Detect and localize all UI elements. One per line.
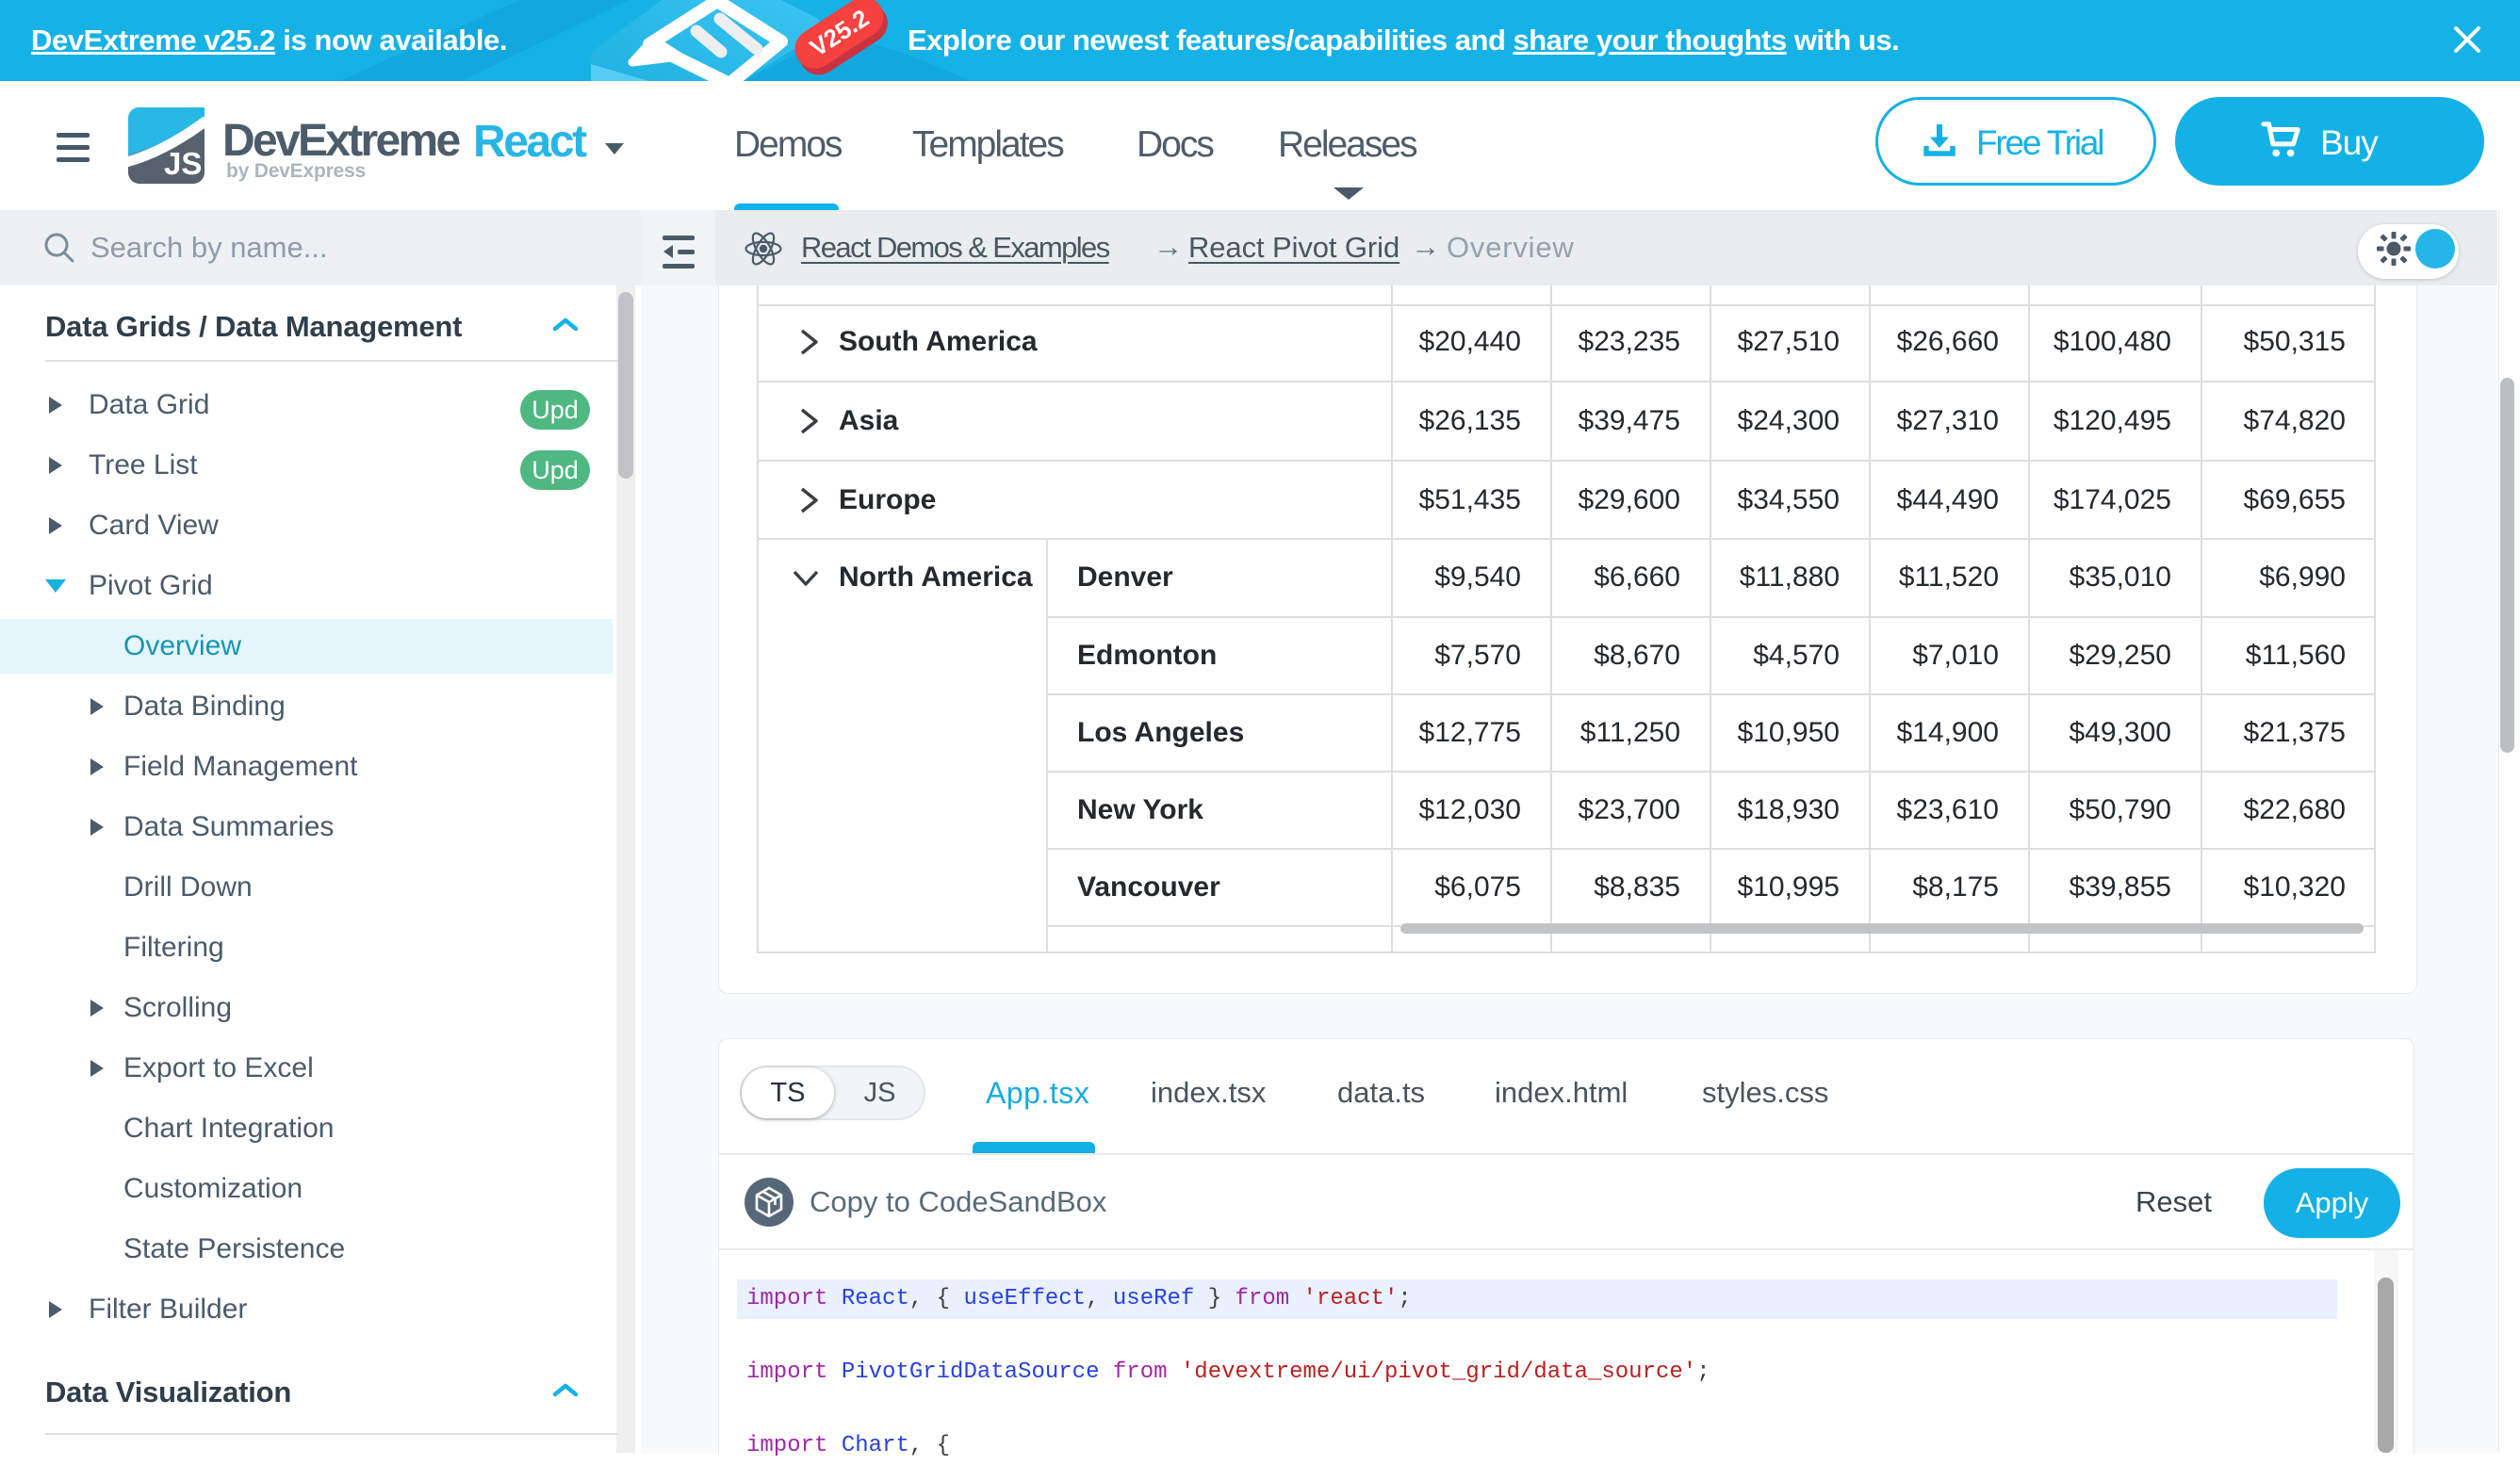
svg-text:JS: JS <box>164 146 202 181</box>
